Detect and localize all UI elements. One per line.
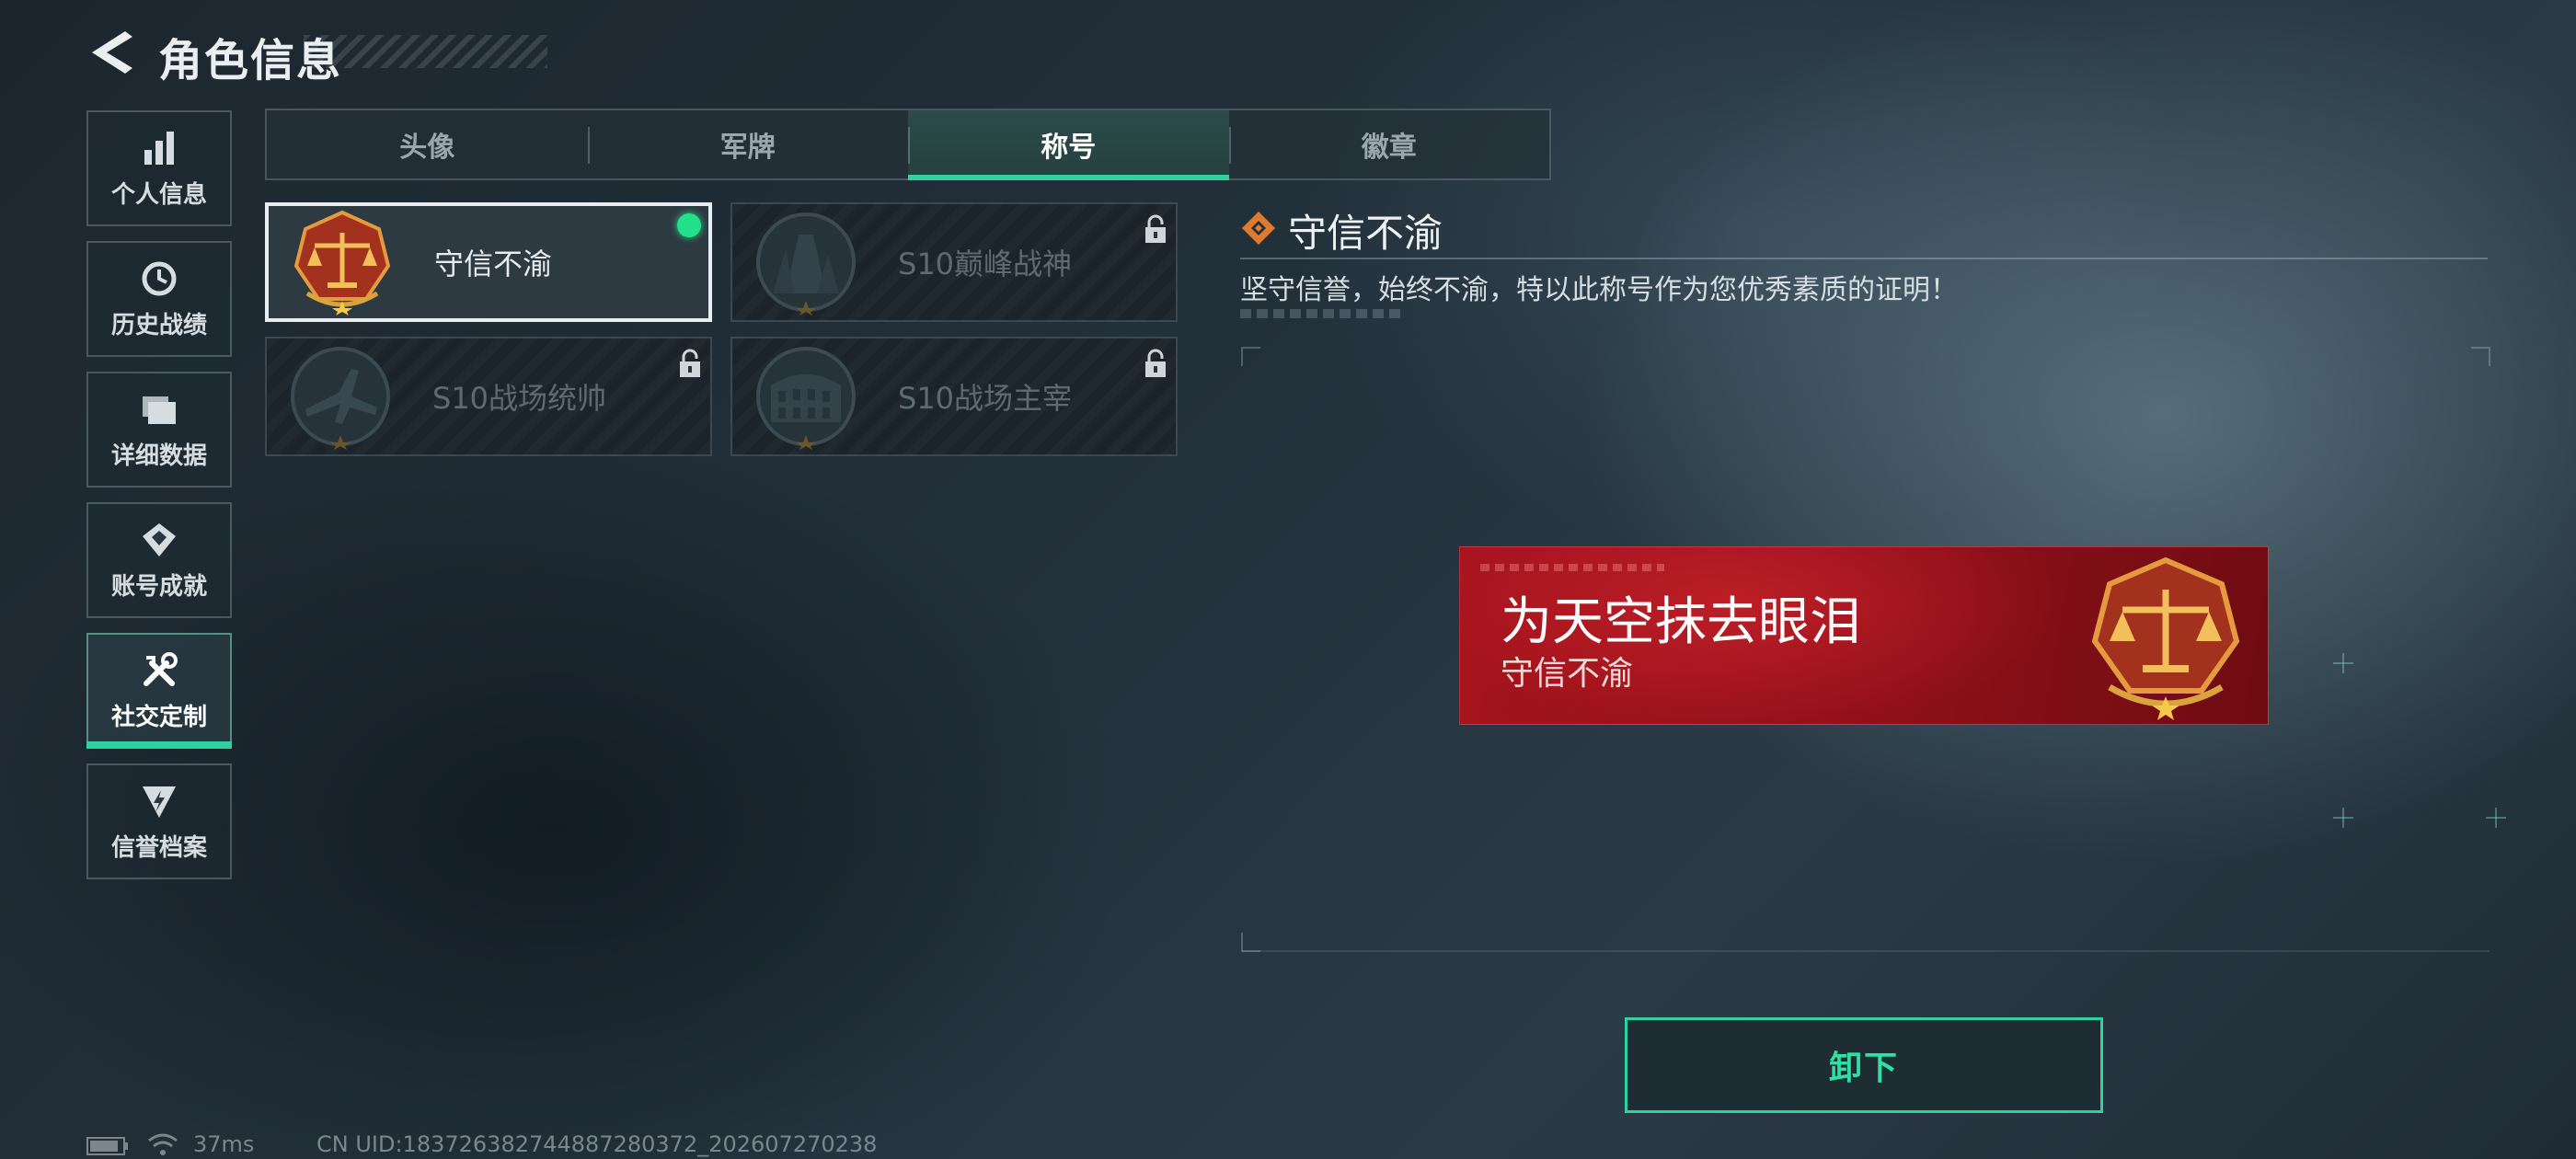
- sidebar-item-label: 社交定制: [110, 703, 207, 731]
- user-uid: CN UID:183726382744887280372_20260727023…: [316, 1131, 878, 1157]
- sidebar-item-label: 详细数据: [110, 442, 207, 470]
- tools-icon: [144, 651, 178, 686]
- category-tabs: 头像 军牌 称号 徽章: [265, 109, 1551, 180]
- banner-title: 守信不渝: [1501, 655, 1634, 693]
- scales-emblem-icon: [293, 210, 391, 316]
- battery-icon: [86, 1137, 128, 1155]
- sidebar-item-label: 历史战绩: [110, 311, 207, 339]
- sidebar-item-label: 个人信息: [110, 180, 207, 209]
- lock-icon: [1145, 214, 1166, 243]
- title-card-locked[interactable]: S10巅峰战神: [730, 202, 1178, 322]
- title-card-name: S10战场主宰: [898, 381, 1073, 416]
- colosseum-emblem-icon: [756, 347, 856, 450]
- sidebar-active-indicator: [86, 741, 232, 749]
- tab-dog-tag[interactable]: 军牌: [587, 110, 909, 178]
- title-card-name: S10巅峰战神: [898, 247, 1073, 281]
- back-arrow-icon[interactable]: [88, 28, 134, 77]
- sidebar-item-history[interactable]: 历史战绩: [86, 241, 232, 357]
- bar-chart-icon: [144, 131, 174, 165]
- sidebar-item-personal-info[interactable]: 个人信息: [86, 110, 232, 226]
- sidebar-item-detailed-data[interactable]: 详细数据: [86, 372, 232, 488]
- lock-icon: [680, 349, 700, 377]
- title-banner-preview: 为天空抹去眼泪 守信不渝: [1459, 546, 2269, 725]
- sidebar-item-social-custom[interactable]: 社交定制: [86, 633, 232, 749]
- sidebar-item-label: 信誉档案: [110, 833, 207, 862]
- ping-readout: 37ms: [193, 1131, 255, 1157]
- title-diamond-icon: [1242, 212, 1275, 245]
- wifi-icon: [148, 1133, 178, 1155]
- sidebar-item-credit-archive[interactable]: 信誉档案: [86, 763, 232, 879]
- unequip-button[interactable]: 卸下: [1625, 1017, 2103, 1113]
- title-card-locked[interactable]: S10战场统帅: [265, 337, 712, 456]
- title-card-name: S10战场统帅: [432, 381, 607, 416]
- sidebar-item-achievements[interactable]: 账号成就: [86, 502, 232, 618]
- shield-bolt-icon: [143, 786, 176, 818]
- achievement-diamond-icon: [143, 522, 176, 557]
- divider: [1240, 258, 2488, 259]
- page-title: 角色信息: [158, 35, 343, 86]
- jet-emblem-icon: [291, 347, 390, 450]
- crosshair-decoration: [2333, 653, 2353, 673]
- crosshair-decoration: [2486, 808, 2506, 828]
- scales-emblem-icon: [2091, 557, 2240, 720]
- tab-avatar[interactable]: 头像: [267, 110, 588, 178]
- tab-title[interactable]: 称号: [908, 110, 1229, 180]
- selected-title-name: 守信不渝: [1288, 211, 1443, 256]
- title-card-locked[interactable]: S10战场主宰: [730, 337, 1178, 456]
- title-card-selected[interactable]: 守信不渝: [265, 202, 712, 322]
- equipped-indicator: [677, 213, 701, 237]
- title-card-name: 守信不渝: [434, 247, 553, 281]
- crosshair-decoration: [2333, 808, 2353, 828]
- sidebar-item-label: 账号成就: [110, 572, 207, 601]
- folder-stack-icon: [143, 396, 176, 424]
- faint-caption: [1240, 309, 1402, 318]
- tower-emblem-icon: [756, 212, 856, 316]
- banner-caption: [1480, 564, 1664, 571]
- lock-icon: [1145, 349, 1166, 377]
- history-clock-icon: [142, 261, 177, 295]
- selected-title-description: 坚守信誉，始终不渝，特以此称号作为您优秀素质的证明！: [1240, 274, 1958, 306]
- tab-badge[interactable]: 徽章: [1228, 110, 1550, 178]
- banner-player-name: 为天空抹去眼泪: [1501, 592, 1861, 652]
